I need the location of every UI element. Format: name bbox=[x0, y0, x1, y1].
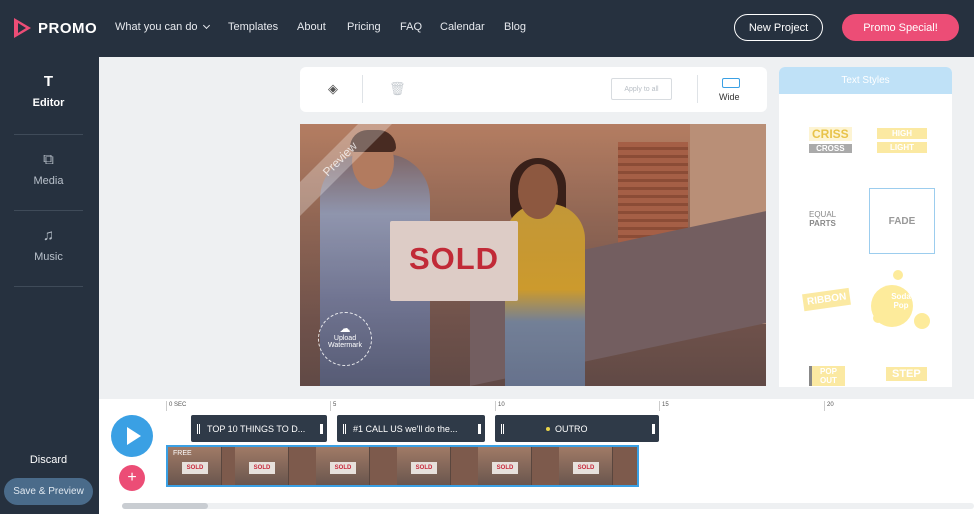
nav-pricing[interactable]: Pricing bbox=[347, 21, 381, 33]
timeline-text-segment[interactable]: OUTRO bbox=[495, 415, 659, 442]
timeline-tick bbox=[659, 401, 660, 411]
logo-play-icon bbox=[14, 18, 31, 38]
nav-faq[interactable]: FAQ bbox=[400, 21, 422, 33]
sidebar-item-music[interactable]: ♫ Music bbox=[14, 211, 83, 286]
resize-handle[interactable] bbox=[652, 423, 655, 434]
soda-bubble bbox=[893, 270, 903, 280]
media-stack-icon: ⧉ bbox=[43, 151, 54, 168]
style-label: CRISS bbox=[809, 127, 852, 141]
add-clip-button[interactable]: + bbox=[119, 465, 145, 491]
clip-sign: SOLD bbox=[330, 462, 356, 474]
promo-logo[interactable]: PROMO bbox=[14, 16, 97, 40]
style-label: PARTS bbox=[809, 219, 836, 228]
sidebar-item-editor[interactable]: T Editor bbox=[14, 57, 83, 132]
trash-icon[interactable]: 🗑 bbox=[389, 81, 406, 97]
left-sidebar: T Editor ⧉ Media ♫ Music Discard Save & … bbox=[0, 57, 99, 514]
nav-about[interactable]: About bbox=[297, 21, 326, 33]
clip-sign: SOLD bbox=[573, 462, 599, 474]
style-label: FADE bbox=[888, 215, 916, 227]
text-styles-panel: Text Styles CRISS CROSS HIGH LIGHT EQUAL… bbox=[779, 67, 952, 387]
save-preview-button[interactable]: Save & Preview bbox=[4, 478, 93, 505]
timeline-tick-label: 5 bbox=[333, 402, 337, 408]
editor-toolbar: ◈ 🗑 Apply to all Wide bbox=[300, 67, 767, 112]
discard-button[interactable]: Discard bbox=[0, 454, 97, 466]
timeline-tick-label: 15 bbox=[662, 402, 669, 408]
clip-sign: SOLD bbox=[182, 462, 208, 474]
timeline-tick bbox=[495, 401, 496, 411]
style-high-light[interactable]: HIGH LIGHT bbox=[877, 128, 927, 156]
style-label: EQUAL bbox=[809, 210, 837, 219]
wide-aspect-icon[interactable] bbox=[722, 78, 740, 88]
timeline-tick-label: 10 bbox=[498, 402, 505, 408]
sidebar-item-label: Music bbox=[34, 251, 63, 263]
clip-sign: SOLD bbox=[492, 462, 518, 474]
timeline-scrollbar-thumb[interactable] bbox=[122, 503, 208, 509]
sidebar-item-label: Editor bbox=[32, 97, 65, 109]
timeline-tick-label: 0 SEC bbox=[169, 402, 187, 408]
style-label: HIGH bbox=[877, 128, 927, 139]
style-label: LIGHT bbox=[877, 142, 927, 153]
timeline-tick bbox=[166, 401, 167, 411]
resize-handle[interactable] bbox=[320, 423, 323, 434]
timeline-tick-label: 20 bbox=[827, 402, 834, 408]
resize-handle[interactable] bbox=[478, 423, 481, 434]
sidebar-item-media[interactable]: ⧉ Media bbox=[14, 135, 83, 210]
clip-thumbnail: SOLD bbox=[559, 447, 613, 485]
text-t-icon: T bbox=[43, 73, 54, 90]
drag-handle-icon[interactable] bbox=[197, 423, 200, 434]
drag-handle-icon[interactable] bbox=[343, 423, 346, 434]
new-project-button[interactable]: New Project bbox=[734, 14, 823, 41]
timeline-scrollbar-track[interactable] bbox=[122, 503, 974, 509]
style-equal-parts[interactable]: EQUAL PARTS bbox=[809, 210, 836, 228]
music-note-icon: ♫ bbox=[42, 227, 55, 244]
nav-templates[interactable]: Templates bbox=[228, 21, 278, 33]
segment-label: OUTRO bbox=[555, 423, 588, 434]
style-soda-pop[interactable]: Soda Pop bbox=[886, 292, 916, 310]
clip-sign: SOLD bbox=[249, 462, 275, 474]
wide-label[interactable]: Wide bbox=[719, 92, 740, 102]
segment-label: #1 CALL US we'll do the... bbox=[353, 423, 458, 434]
clip-sign: SOLD bbox=[411, 462, 437, 474]
drag-handle-icon[interactable] bbox=[501, 423, 504, 434]
clip-thumbnail: SOLD bbox=[397, 447, 451, 485]
style-label: CROSS bbox=[809, 144, 852, 153]
sidebar-divider bbox=[14, 286, 83, 287]
cloud-upload-icon: ☁ bbox=[339, 323, 351, 335]
style-step[interactable]: STEP bbox=[886, 367, 927, 381]
timeline-text-segment[interactable]: #1 CALL US we'll do the... bbox=[337, 415, 485, 442]
upload-watermark-button[interactable]: ☁ Upload Watermark bbox=[318, 312, 372, 366]
text-styles-header: Text Styles bbox=[779, 67, 952, 94]
chevron-down-icon bbox=[202, 21, 210, 30]
nav-what-you-can-do[interactable]: What you can do bbox=[115, 21, 210, 33]
style-fade[interactable]: FADE bbox=[869, 188, 935, 254]
style-pop-out[interactable]: POP OUT bbox=[809, 366, 845, 386]
clip-thumbnail: SOLD bbox=[478, 447, 532, 485]
toolbar-divider bbox=[697, 75, 698, 103]
clip-thumbnail: SOLD bbox=[235, 447, 289, 485]
soda-bubble bbox=[914, 313, 930, 329]
logo-text: PROMO bbox=[38, 19, 98, 37]
top-nav-bar: PROMO What you can do Templates About Pr… bbox=[0, 0, 974, 57]
status-dot bbox=[546, 426, 550, 431]
play-button[interactable] bbox=[111, 415, 153, 457]
fill-bucket-icon[interactable]: ◈ bbox=[328, 81, 338, 97]
style-ribbon[interactable]: RIBBON bbox=[802, 287, 852, 312]
segment-label: TOP 10 THINGS TO D... bbox=[207, 423, 306, 434]
free-badge: FREE bbox=[173, 450, 192, 457]
timeline-tick bbox=[330, 401, 331, 411]
sidebar-item-label: Media bbox=[33, 175, 64, 187]
nav-blog[interactable]: Blog bbox=[504, 21, 526, 33]
promo-special-button[interactable]: Promo Special! bbox=[842, 14, 959, 41]
apply-to-all-button[interactable]: Apply to all bbox=[611, 78, 672, 100]
upload-watermark-label: Upload Watermark bbox=[328, 335, 362, 349]
clip-thumbnail: SOLD bbox=[316, 447, 370, 485]
video-preview[interactable]: SOLD Preview ☁ Upload Watermark bbox=[300, 124, 766, 386]
timeline-text-segment[interactable]: TOP 10 THINGS TO D... bbox=[191, 415, 327, 442]
nav-calendar[interactable]: Calendar bbox=[440, 21, 485, 33]
video-clip-track[interactable]: SOLD SOLD SOLD SOLD SOLD SOLD FREE bbox=[166, 445, 639, 487]
timeline-tick bbox=[824, 401, 825, 411]
soda-bubble bbox=[873, 313, 883, 323]
toolbar-divider bbox=[362, 75, 363, 103]
style-criss-cross[interactable]: CRISS CROSS bbox=[809, 127, 852, 153]
